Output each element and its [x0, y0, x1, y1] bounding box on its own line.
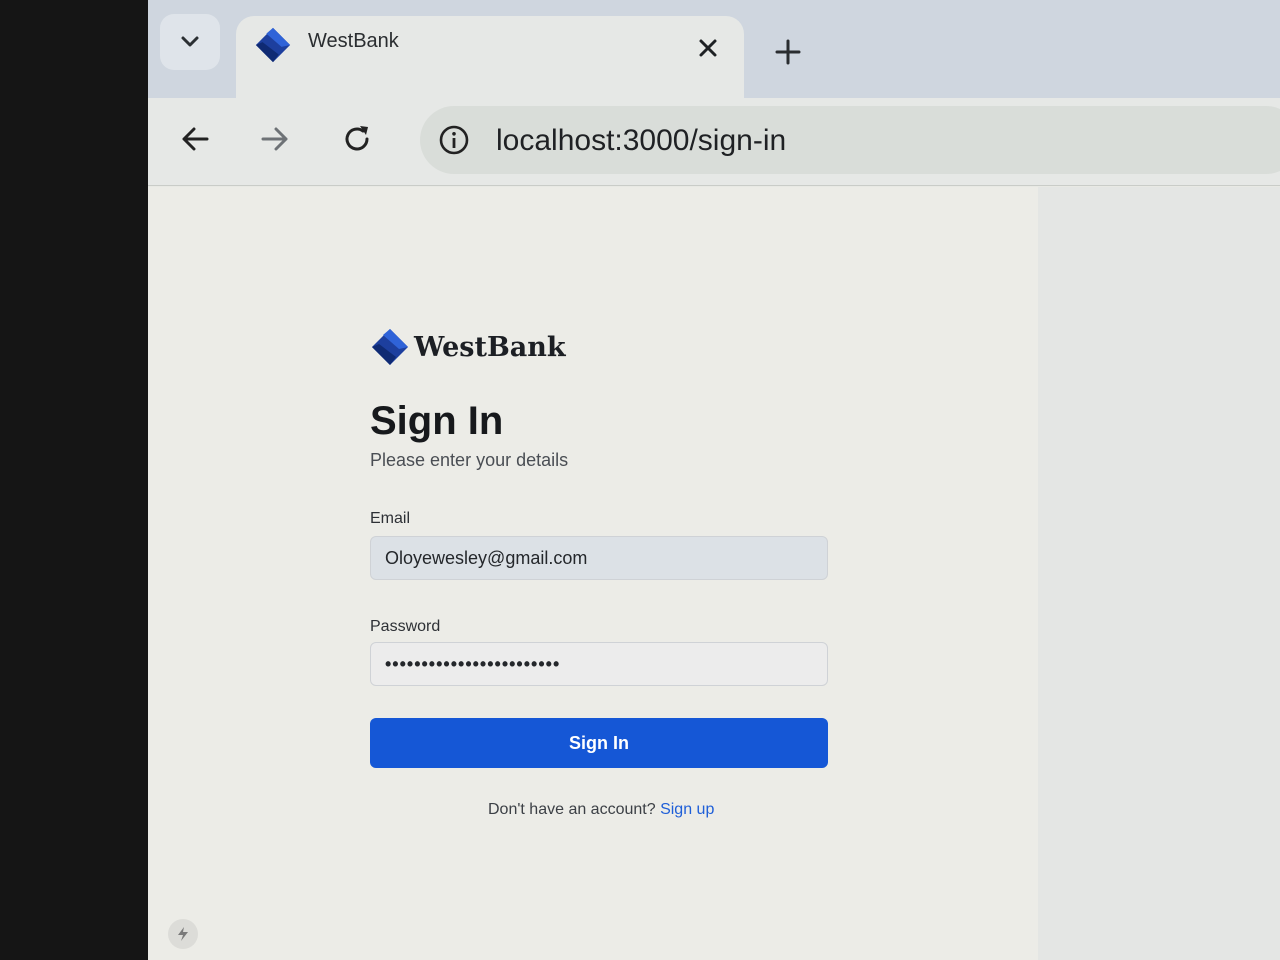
sign-up-prompt-text: Don't have an account?	[488, 801, 656, 818]
forward-button[interactable]	[252, 116, 298, 162]
page-title: Sign In	[370, 399, 504, 443]
tab-search-button[interactable]	[160, 14, 220, 70]
tab-strip: WestBank	[148, 0, 1280, 106]
password-label: Password	[370, 618, 441, 635]
reload-button[interactable]	[334, 116, 380, 162]
sign-in-button[interactable]: Sign In	[370, 718, 828, 768]
page-subtitle: Please enter your details	[370, 450, 569, 470]
new-tab-button[interactable]	[768, 32, 808, 72]
browser-window: WestBank localhost:3000/sign-in WestBank…	[148, 0, 1280, 960]
chevron-down-icon	[181, 36, 199, 47]
tab-westbank[interactable]: WestBank	[236, 16, 744, 106]
dev-tools-icon[interactable]	[168, 919, 198, 949]
back-button[interactable]	[172, 116, 218, 162]
brand: WestBank	[370, 327, 566, 367]
sign-up-link[interactable]: Sign up	[660, 801, 714, 818]
site-info-button[interactable]	[434, 120, 474, 160]
sign-in-page: WestBank Sign In Please enter your detai…	[148, 187, 1280, 960]
brand-name: WestBank	[414, 331, 566, 363]
email-label: Email	[370, 510, 411, 527]
lightning-icon	[178, 927, 188, 941]
close-icon	[699, 39, 717, 57]
reload-icon	[345, 126, 369, 151]
tab-title: WestBank	[308, 30, 399, 52]
password-field[interactable]: ••••••••••••••••••••••••	[370, 642, 828, 686]
plus-icon	[775, 39, 801, 65]
email-field[interactable]: Oloyewesley@gmail.com	[370, 536, 828, 580]
side-panel	[1038, 187, 1280, 960]
info-icon	[439, 125, 469, 155]
westbank-logo-icon	[372, 329, 408, 365]
address-bar[interactable]: localhost:3000/sign-in	[420, 106, 1280, 174]
tab-close-button[interactable]	[692, 32, 724, 64]
url-text: localhost:3000/sign-in	[496, 124, 787, 157]
arrow-right-icon	[261, 127, 288, 151]
browser-toolbar: localhost:3000/sign-in	[148, 98, 1280, 186]
westbank-logo-icon	[255, 27, 291, 63]
arrow-left-icon	[182, 127, 209, 151]
sign-up-prompt: Don't have an account? Sign up	[488, 801, 714, 819]
